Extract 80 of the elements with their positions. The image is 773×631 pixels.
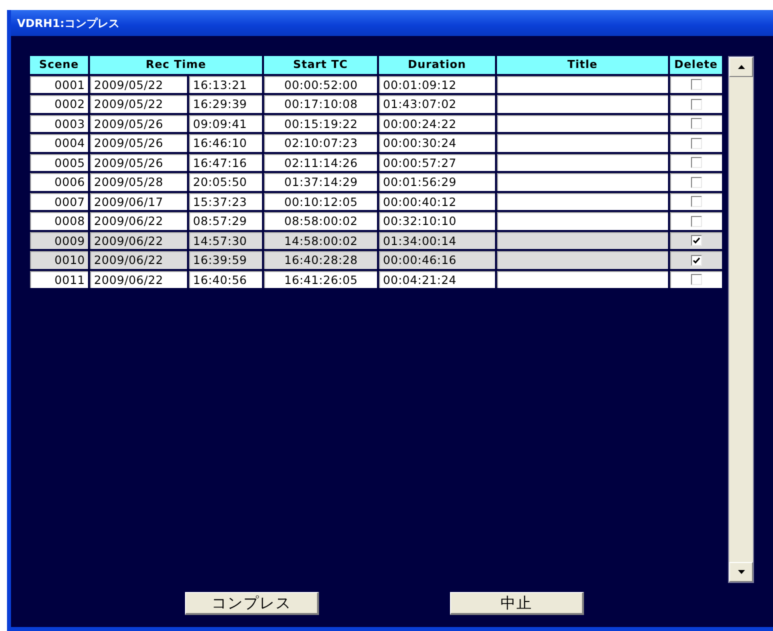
table-cell: 0005 [30, 154, 88, 171]
delete-checkbox[interactable] [691, 216, 702, 227]
delete-checkbox[interactable] [691, 176, 702, 188]
column-header: Scene [30, 56, 88, 74]
scroll-down-button[interactable] [729, 562, 753, 582]
column-header: Delete [670, 56, 722, 74]
table-cell: 0009 [30, 232, 88, 249]
table-cell: 00:32:10:10 [379, 212, 495, 230]
scrollbar[interactable] [728, 56, 754, 583]
table-cell: 16:41:26:05 [264, 270, 377, 288]
table-cell: 0003 [30, 114, 88, 132]
up-arrow-icon [738, 65, 744, 69]
table-cell: 14:57:30 [189, 232, 262, 249]
scroll-up-button[interactable] [729, 57, 753, 77]
table-cell: 2009/06/22 [90, 232, 187, 249]
table-cell: 00:00:40:12 [379, 192, 495, 210]
table-cell: 2009/05/26 [90, 114, 187, 132]
table-cell: 0006 [30, 173, 88, 190]
delete-checkbox[interactable] [691, 98, 702, 110]
table-cell: 2009/06/22 [90, 212, 187, 230]
table-cell: 0001 [30, 76, 88, 93]
table-cell: 16:46:10 [189, 134, 262, 152]
table-cell: 2009/06/22 [90, 270, 187, 288]
table-cell: 00:04:21:24 [379, 270, 495, 288]
delete-checkbox[interactable] [691, 196, 702, 208]
table-cell: 16:47:16 [189, 154, 262, 171]
table-cell: 00:00:24:22 [379, 114, 495, 132]
column-header: Start TC [264, 56, 377, 74]
table-cell: 2009/05/28 [90, 173, 187, 190]
table-cell: 20:05:50 [189, 173, 262, 190]
table-cell: 2009/05/22 [90, 95, 187, 112]
delete-checkbox[interactable] [691, 254, 702, 266]
table-cell: 16:40:28:28 [264, 251, 377, 268]
table-cell: 16:29:39 [189, 95, 262, 112]
window-title: VDRH1:コンプレス [17, 16, 120, 30]
table-cell: 0004 [30, 134, 88, 152]
table-cell: 09:09:41 [189, 114, 262, 132]
column-header: Rec Time [90, 56, 262, 74]
table-cell: 08:58:00:02 [264, 212, 377, 230]
table-cell: 16:40:56 [189, 270, 262, 288]
down-arrow-icon [738, 570, 744, 574]
table-cell: 0008 [30, 212, 88, 230]
table-cell: 0010 [30, 251, 88, 268]
table-cell: 14:58:00:02 [264, 232, 377, 249]
table-cell: 0007 [30, 192, 88, 210]
table-cell: 00:00:57:27 [379, 154, 495, 171]
table-cell: 16:13:21 [189, 76, 262, 93]
cancel-button[interactable]: 中止 [450, 592, 584, 615]
table-cell: 01:34:00:14 [379, 232, 495, 249]
column-header: Duration [379, 56, 495, 74]
table-cell: 00:00:30:24 [379, 134, 495, 152]
table-cell: 00:10:12:05 [264, 192, 377, 210]
table-cell: 00:01:09:12 [379, 76, 495, 93]
delete-checkbox[interactable] [691, 157, 702, 168]
table-cell: 2009/06/22 [90, 251, 187, 268]
delete-checkbox[interactable] [691, 274, 702, 286]
table-cell: 02:10:07:23 [264, 134, 377, 152]
table-cell: 08:57:29 [189, 212, 262, 230]
table-cell: 2009/05/22 [90, 76, 187, 93]
table-cell: 01:37:14:29 [264, 173, 377, 190]
table-cell: 00:01:56:29 [379, 173, 495, 190]
table-cell: 0002 [30, 95, 88, 112]
delete-checkbox[interactable] [691, 138, 702, 149]
table-cell: 16:39:59 [189, 251, 262, 268]
column-header: Title [497, 56, 668, 74]
table-cell: 00:00:46:16 [379, 251, 495, 268]
compress-button[interactable]: コンプレス [185, 592, 319, 615]
delete-checkbox[interactable] [691, 118, 702, 130]
table-cell: 2009/05/26 [90, 134, 187, 152]
table-cell: 01:43:07:02 [379, 95, 495, 112]
table-cell: 2009/06/17 [90, 192, 187, 210]
table-cell: 2009/05/26 [90, 154, 187, 171]
delete-checkbox[interactable] [691, 235, 702, 246]
table-cell: 00:00:52:00 [264, 76, 377, 93]
table-cell: 02:11:14:26 [264, 154, 377, 171]
table-cell: 00:15:19:22 [264, 114, 377, 132]
table-cell: 00:17:10:08 [264, 95, 377, 112]
table-cell: 15:37:23 [189, 192, 262, 210]
table-cell: 0011 [30, 270, 88, 288]
delete-checkbox[interactable] [691, 79, 702, 90]
